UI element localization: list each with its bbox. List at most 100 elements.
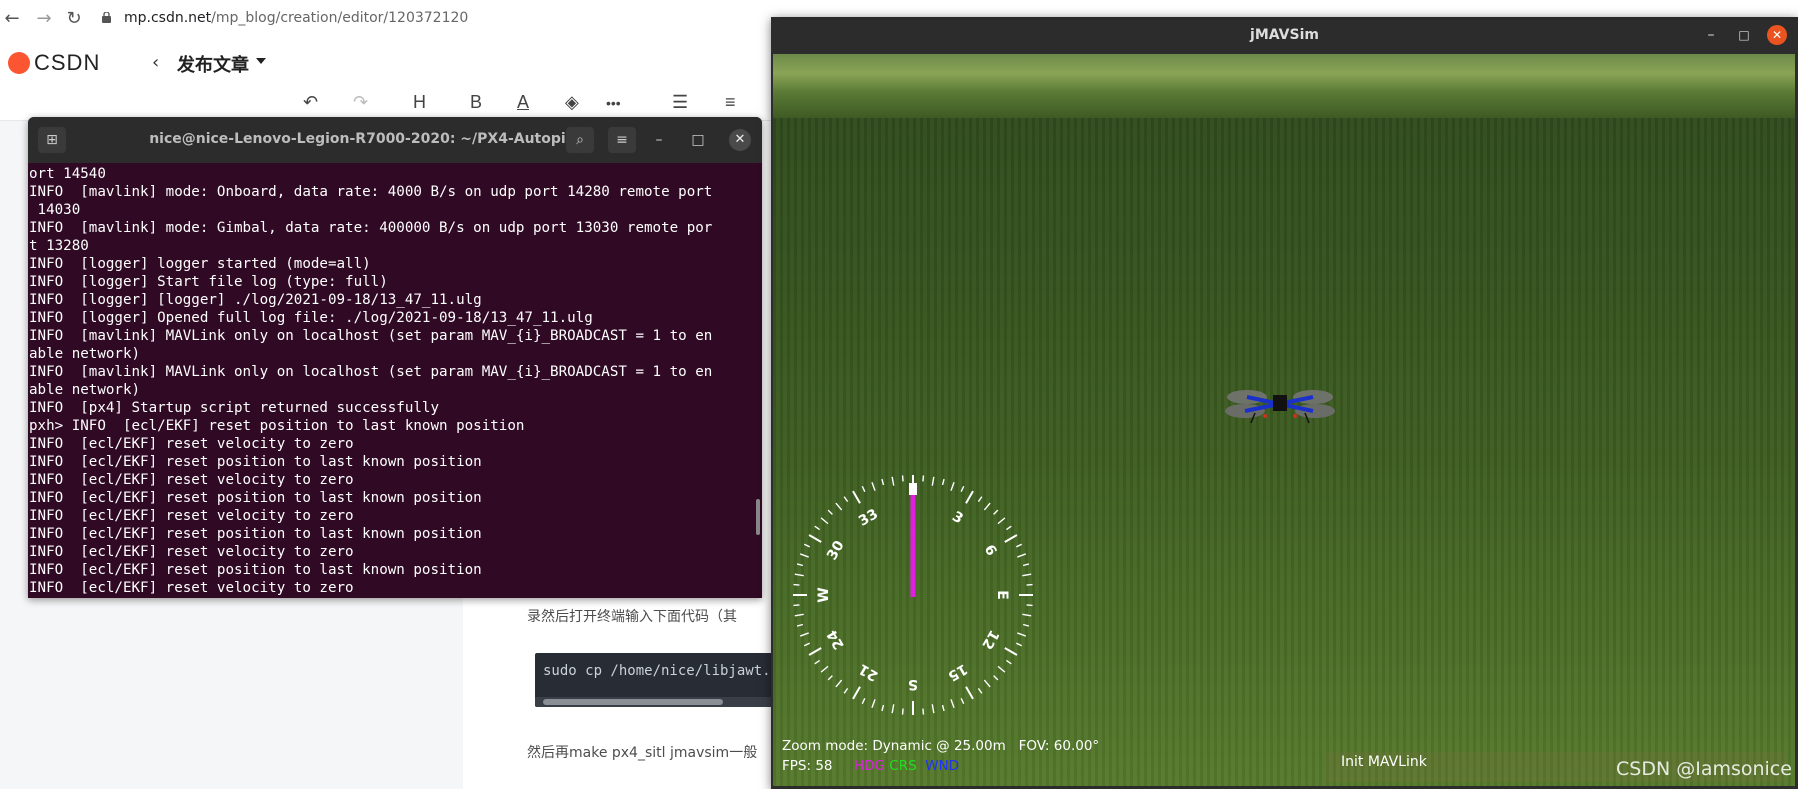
terminal-line: t 13280 bbox=[29, 238, 89, 254]
compass-tick bbox=[993, 675, 999, 681]
maximize-icon[interactable]: □ bbox=[1735, 26, 1753, 44]
compass-label: W bbox=[816, 587, 832, 602]
jmavsim-titlebar[interactable]: jMAVSim – □ ✕ bbox=[771, 17, 1798, 54]
code-scrollbar[interactable] bbox=[535, 697, 775, 707]
forward-arrow-icon[interactable]: → bbox=[32, 8, 56, 29]
terminal-line: INFO [mavlink] mode: Onboard, data rate:… bbox=[29, 184, 713, 200]
close-icon[interactable]: ✕ bbox=[729, 129, 751, 151]
compass-tick bbox=[794, 613, 804, 617]
close-icon[interactable]: ✕ bbox=[1767, 25, 1787, 45]
terminal-line: INFO [ecl/EKF] reset velocity to zero bbox=[29, 508, 354, 524]
compass-tick bbox=[796, 563, 804, 567]
compass-tick bbox=[1016, 543, 1023, 548]
compass-tick bbox=[871, 699, 876, 709]
terminal-line: INFO [logger] Opened full log file: ./lo… bbox=[29, 310, 593, 326]
caret-down-icon[interactable] bbox=[256, 58, 266, 64]
lock-icon bbox=[102, 12, 111, 23]
compass-tick bbox=[1005, 659, 1012, 665]
hud-zoom: Zoom mode: Dynamic @ 25.00m bbox=[782, 738, 1006, 754]
terminal-line: INFO [logger] [logger] ./log/2021-09-18/… bbox=[29, 292, 482, 308]
compass-label: 12 bbox=[978, 627, 1002, 652]
url-path: /mp_blog/creation/editor/120372120 bbox=[211, 10, 469, 26]
terminal-line: INFO [ecl/EKF] reset velocity to zero bbox=[29, 436, 354, 452]
compass-tick bbox=[820, 517, 829, 525]
compass-tick bbox=[803, 642, 810, 647]
terminal-line: INFO [px4] Startup script returned succe… bbox=[29, 400, 439, 416]
terminal-window[interactable]: ⊞ nice@nice-Lenovo-Legion-R7000-2020: ~/… bbox=[28, 117, 762, 598]
publish-article-title[interactable]: 发布文章 bbox=[177, 51, 249, 77]
compass-tick bbox=[794, 573, 804, 577]
jmavsim-title: jMAVSim bbox=[1250, 27, 1319, 43]
paint-bucket-icon[interactable]: ◈ bbox=[565, 92, 579, 113]
compass-tick bbox=[799, 632, 809, 637]
reload-icon[interactable]: ↻ bbox=[62, 8, 86, 29]
compass-tick bbox=[796, 623, 804, 627]
terminal-line: INFO [mavlink] MAVLink only on localhost… bbox=[29, 364, 713, 380]
new-tab-icon[interactable]: ⊞ bbox=[38, 127, 66, 153]
compass-tick bbox=[983, 502, 991, 511]
compass-tick bbox=[901, 708, 904, 715]
bold-button[interactable]: B bbox=[470, 92, 482, 113]
url-host: mp.csdn.net bbox=[124, 10, 212, 26]
compass-tick bbox=[1026, 604, 1033, 607]
compass-tick bbox=[1004, 534, 1018, 543]
maximize-icon[interactable]: □ bbox=[687, 129, 709, 151]
list-icon[interactable]: ☰ bbox=[672, 92, 688, 113]
terminal-title: nice@nice-Lenovo-Legion-R7000-2020: ~/PX… bbox=[149, 131, 587, 147]
compass-tick bbox=[835, 502, 843, 511]
compass-tick bbox=[960, 698, 965, 705]
compass-tick bbox=[861, 485, 866, 492]
terminal-line: ort 14540 bbox=[29, 166, 106, 182]
editor-paragraph-2: 然后再make px4_sitl jmavsim一般 bbox=[527, 745, 758, 761]
code-scrollbar-thumb[interactable] bbox=[543, 699, 723, 705]
tree-line bbox=[773, 54, 1795, 118]
compass-tick bbox=[1022, 623, 1030, 627]
terminal-line: 14030 bbox=[29, 202, 81, 218]
search-icon[interactable]: ⌕ bbox=[566, 127, 594, 153]
terminal-line: INFO [mavlink] mode: Gimbal, data rate: … bbox=[29, 220, 713, 236]
back-chevron-icon[interactable]: ‹ bbox=[152, 52, 159, 73]
hud-fps-line: FPS: 58 HDG CRS WND bbox=[782, 758, 959, 774]
font-color-button[interactable]: A bbox=[517, 92, 529, 113]
compass-label: 3 bbox=[949, 509, 965, 528]
terminal-output[interactable]: ort 14540 INFO [mavlink] mode: Onboard, d… bbox=[29, 165, 749, 597]
more-button[interactable]: ••• bbox=[606, 95, 621, 111]
terminal-line: INFO [ecl/EKF] reset velocity to zero bbox=[29, 580, 354, 596]
minimize-icon[interactable]: – bbox=[648, 129, 670, 151]
minimize-icon[interactable]: – bbox=[1702, 26, 1720, 44]
compass-tick bbox=[814, 525, 821, 531]
compass-label: S bbox=[908, 676, 918, 692]
align-icon[interactable]: ≡ bbox=[725, 92, 736, 113]
compass-tick bbox=[931, 704, 935, 714]
url-bar[interactable]: mp.csdn.net/mp_blog/creation/editor/1203… bbox=[124, 10, 468, 26]
compass-tick bbox=[820, 665, 829, 673]
hud-crs-legend: CRS bbox=[889, 758, 917, 774]
compass-tick bbox=[977, 496, 983, 503]
redo-icon[interactable]: ↷ bbox=[353, 92, 368, 113]
editor-paragraph: 录然后打开终端输入下面代码（其 bbox=[527, 609, 737, 625]
compass-tick bbox=[950, 699, 955, 709]
terminal-line: INFO [ecl/EKF] reset velocity to zero bbox=[29, 472, 354, 488]
compass-tick bbox=[808, 534, 822, 543]
compass-tick bbox=[922, 708, 925, 715]
terminal-line: INFO [ecl/EKF] reset position to last kn… bbox=[29, 490, 482, 506]
compass-label: 21 bbox=[856, 660, 881, 684]
code-block[interactable]: sudo cp /home/nice/libjawt. bbox=[535, 653, 775, 707]
heading-button[interactable]: H bbox=[413, 92, 426, 113]
compass-tick bbox=[983, 679, 991, 688]
compass-tick bbox=[1016, 642, 1023, 647]
compass-tick bbox=[891, 476, 895, 486]
compass-tick bbox=[997, 665, 1006, 673]
terminal-line: INFO [logger] Start file log (type: full… bbox=[29, 274, 388, 290]
terminal-titlebar[interactable]: ⊞ nice@nice-Lenovo-Legion-R7000-2020: ~/… bbox=[28, 117, 762, 163]
menu-icon[interactable]: ≡ bbox=[608, 127, 636, 153]
watermark: CSDN @Iamsonice bbox=[1616, 758, 1792, 780]
undo-icon[interactable]: ↶ bbox=[303, 92, 318, 113]
back-arrow-icon[interactable]: ← bbox=[0, 8, 24, 29]
compass-tick bbox=[814, 659, 821, 665]
compass-tick bbox=[931, 476, 935, 486]
terminal-scrollbar[interactable] bbox=[756, 499, 760, 535]
csdn-logo[interactable]: CSDN bbox=[8, 50, 99, 76]
compass-tick bbox=[891, 704, 895, 714]
compass-tick bbox=[852, 686, 861, 700]
